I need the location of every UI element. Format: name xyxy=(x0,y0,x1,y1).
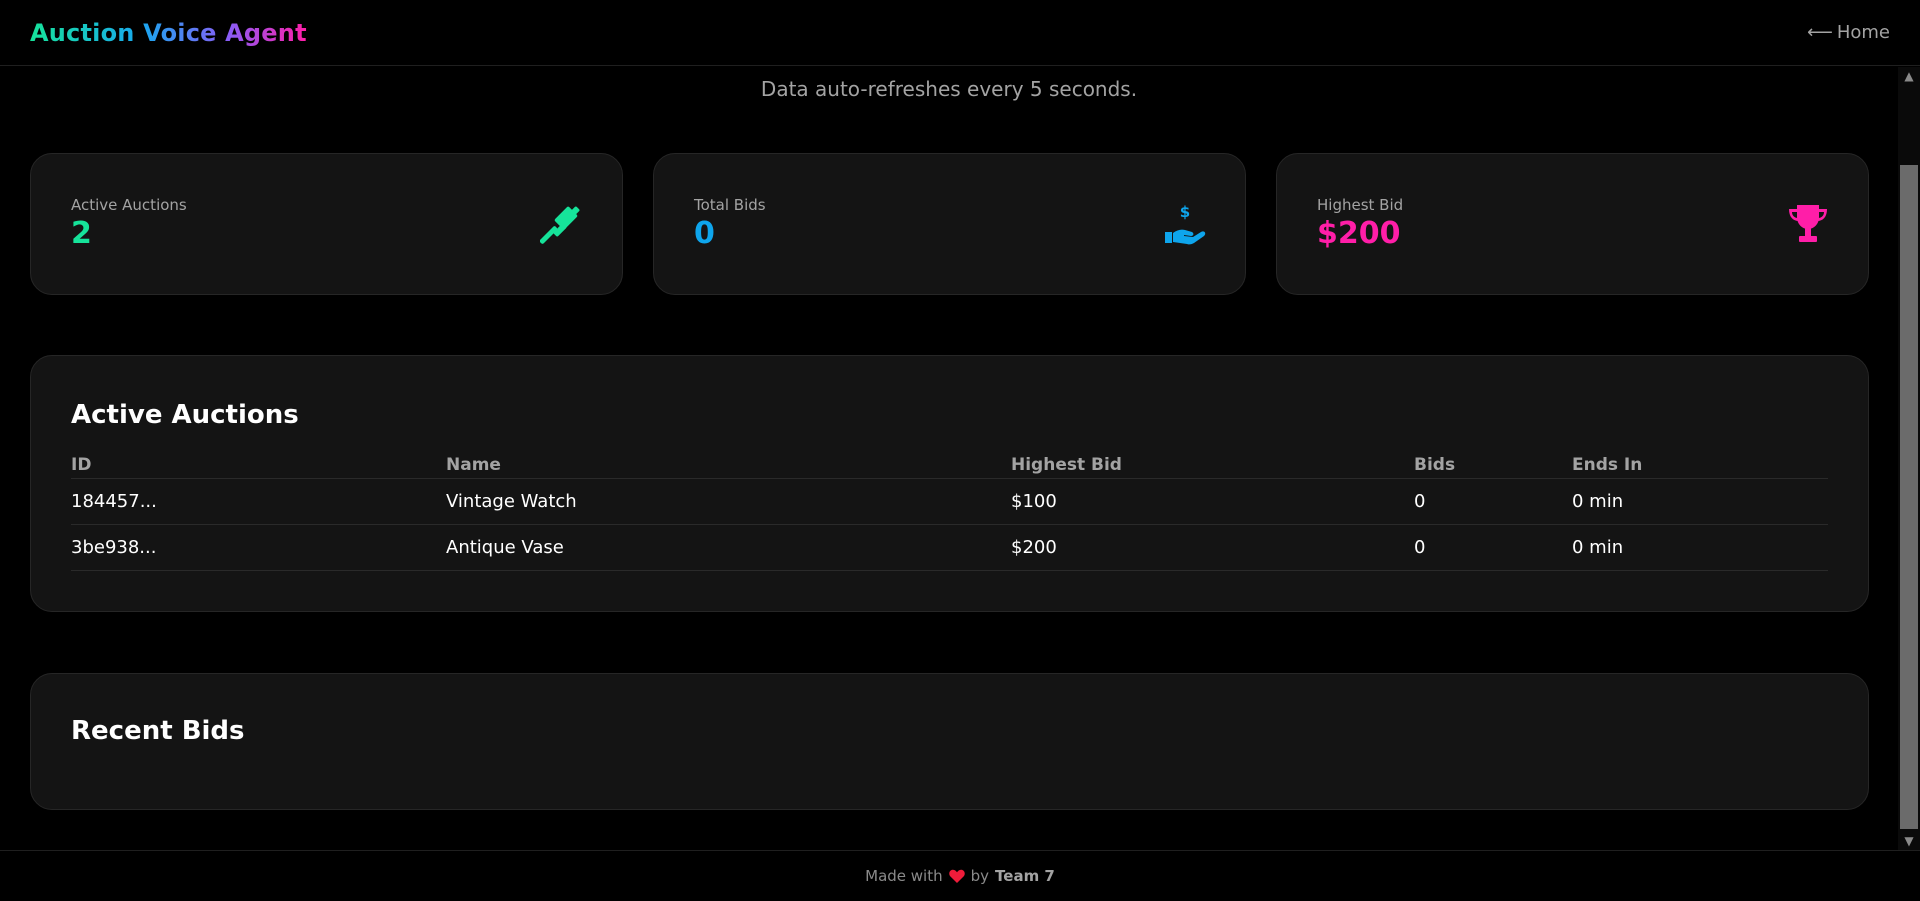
refresh-note: Data auto-refreshes every 5 seconds. xyxy=(760,77,1138,101)
table-header: ID Name Highest Bid Bids Ends In xyxy=(71,451,1828,479)
auctions-table: ID Name Highest Bid Bids Ends In 184457.… xyxy=(71,451,1828,571)
table-row[interactable]: 184457... Vintage Watch $100 0 0 min xyxy=(71,479,1828,525)
team-name: Team 7 xyxy=(995,867,1055,885)
cell-id: 184457... xyxy=(71,491,157,512)
hand-dollar-icon: $ xyxy=(1165,203,1206,245)
cell-highest-bid: $100 xyxy=(1011,491,1057,512)
recent-bids-panel: Recent Bids xyxy=(30,673,1869,810)
scroll-down-icon[interactable]: ▼ xyxy=(1898,832,1920,850)
stat-label: Total Bids xyxy=(694,196,766,214)
arrow-left-icon: ⟵ xyxy=(1807,22,1833,43)
home-link[interactable]: ⟵ Home xyxy=(1807,22,1890,43)
trophy-icon xyxy=(1789,205,1827,242)
footer-by: by xyxy=(970,867,990,885)
cell-name: Vintage Watch xyxy=(446,491,577,512)
stat-label: Highest Bid xyxy=(1317,196,1404,214)
heart-icon xyxy=(948,869,965,883)
home-link-label: Home xyxy=(1836,22,1890,43)
cell-bids: 0 xyxy=(1414,537,1426,558)
col-ends-in: Ends In xyxy=(1572,454,1643,475)
dashboard-content: Data auto-refreshes every 5 seconds. Act… xyxy=(0,67,1898,850)
cell-ends-in: 0 min xyxy=(1572,491,1624,512)
stat-label: Active Auctions xyxy=(71,196,187,214)
scroll-up-icon[interactable]: ▲ xyxy=(1898,67,1920,85)
cell-ends-in: 0 min xyxy=(1572,537,1624,558)
stat-card-active-auctions: Active Auctions 2 xyxy=(30,153,623,295)
footer-prefix: Made with xyxy=(865,867,943,885)
cell-name: Antique Vase xyxy=(446,537,564,558)
footer: Made with by Team 7 xyxy=(0,850,1920,901)
cell-highest-bid: $200 xyxy=(1011,537,1057,558)
stat-value: $200 xyxy=(1317,216,1401,251)
stat-value: 2 xyxy=(71,216,92,251)
active-auctions-title: Active Auctions xyxy=(71,400,299,430)
col-id: ID xyxy=(71,454,92,475)
gavel-icon xyxy=(540,206,580,244)
cell-id: 3be938... xyxy=(71,537,157,558)
table-row[interactable]: 3be938... Antique Vase $200 0 0 min xyxy=(71,525,1828,571)
stat-card-highest-bid: Highest Bid $200 xyxy=(1276,153,1869,295)
vertical-scrollbar[interactable]: ▲ ▼ xyxy=(1898,67,1920,850)
scrollbar-thumb[interactable] xyxy=(1900,165,1918,829)
svg-text:$: $ xyxy=(1180,203,1190,221)
recent-bids-title: Recent Bids xyxy=(71,716,245,746)
col-highest-bid: Highest Bid xyxy=(1011,454,1122,475)
col-bids: Bids xyxy=(1414,454,1456,475)
brand-logo[interactable]: Auction Voice Agent xyxy=(30,19,307,47)
col-name: Name xyxy=(446,454,501,475)
stat-card-total-bids: Total Bids 0 $ xyxy=(653,153,1246,295)
top-navbar: Auction Voice Agent ⟵ Home xyxy=(0,0,1920,66)
stat-value: 0 xyxy=(694,216,715,251)
cell-bids: 0 xyxy=(1414,491,1426,512)
active-auctions-panel: Active Auctions ID Name Highest Bid Bids… xyxy=(30,355,1869,612)
